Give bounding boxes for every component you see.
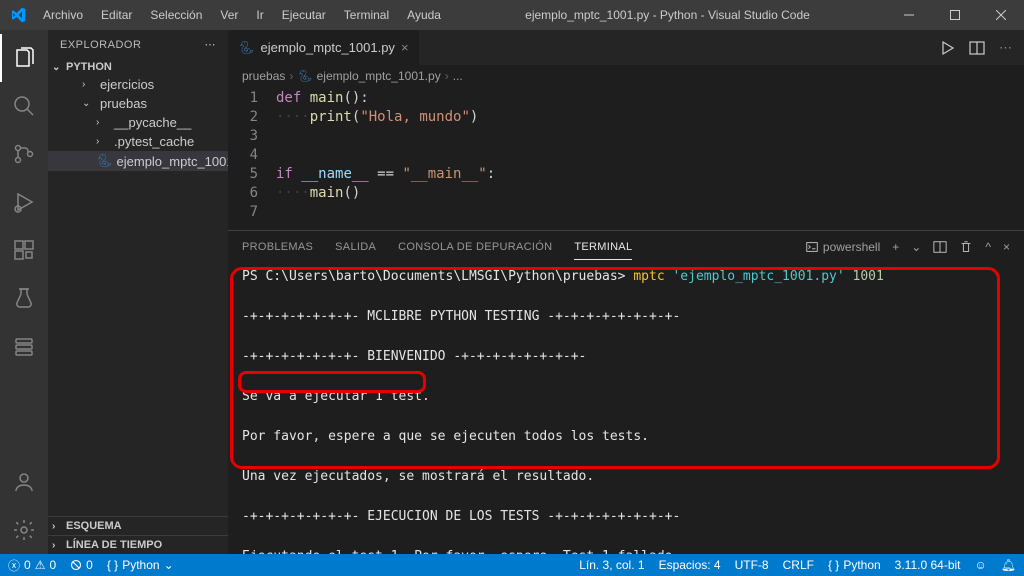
tab-label: ejemplo_mptc_1001.py — [261, 40, 395, 55]
menu-file[interactable]: Archivo — [35, 4, 91, 26]
shell-selector[interactable]: powershell — [805, 240, 880, 254]
python-file-icon: 🐍︎ — [96, 153, 113, 169]
folder-pycache[interactable]: ›__pycache__ — [48, 113, 228, 132]
source-control-icon[interactable] — [0, 130, 48, 178]
split-terminal-icon[interactable] — [933, 240, 947, 254]
testing-icon[interactable] — [0, 274, 48, 322]
menu-view[interactable]: Ver — [212, 4, 246, 26]
tab-file[interactable]: 🐍︎ ejemplo_mptc_1001.py × — [228, 30, 420, 65]
vscode-logo — [0, 7, 35, 23]
menu-run[interactable]: Ejecutar — [274, 4, 334, 26]
sidebar-title: EXPLORADOR — [60, 39, 141, 51]
panel-tabs: PROBLEMAS SALIDA CONSOLA DE DEPURACIÓN T… — [228, 231, 1024, 263]
run-icon[interactable] — [939, 40, 955, 56]
timeline-section[interactable]: ›LÍNEA DE TIEMPO — [48, 535, 228, 554]
status-cursor[interactable]: Lín. 3, col. 1 — [579, 558, 644, 572]
terminal[interactable]: PS C:\Users\barto\Documents\LMSGI\Python… — [228, 263, 1024, 554]
chevron-down-icon[interactable]: ⌄ — [911, 240, 921, 254]
menu-help[interactable]: Ayuda — [399, 4, 449, 26]
python-env-icon[interactable] — [0, 322, 48, 370]
accounts-icon[interactable] — [0, 458, 48, 506]
titlebar: Archivo Editar Selección Ver Ir Ejecutar… — [0, 0, 1024, 30]
add-terminal-icon[interactable]: + — [892, 240, 899, 254]
code-editor[interactable]: 1def main():2····print("Hola, mundo")345… — [228, 87, 1024, 230]
file-tree: ›ejercicios ⌄pruebas ›__pycache__ ›.pyte… — [48, 75, 228, 516]
menu-go[interactable]: Ir — [248, 4, 271, 26]
menu-terminal[interactable]: Terminal — [336, 4, 397, 26]
more-icon[interactable]: ⋯ — [999, 40, 1012, 56]
search-icon[interactable] — [0, 82, 48, 130]
status-errors[interactable]: ⓧ 0 ⚠ 0 — [8, 557, 56, 574]
tab-problems[interactable]: PROBLEMAS — [242, 235, 313, 259]
status-ports[interactable]: 0 — [70, 558, 93, 572]
menu-bar: Archivo Editar Selección Ver Ir Ejecutar… — [35, 4, 449, 26]
window-title: ejemplo_mptc_1001.py - Python - Visual S… — [449, 8, 886, 22]
more-icon[interactable]: ⋯ — [205, 38, 217, 51]
menu-selection[interactable]: Selección — [142, 4, 210, 26]
status-encoding[interactable]: UTF-8 — [735, 558, 769, 572]
status-feedback-icon[interactable]: ☺ — [975, 558, 987, 572]
settings-icon[interactable] — [0, 506, 48, 554]
workspace-root[interactable]: ⌄PYTHON — [48, 59, 228, 75]
tab-terminal[interactable]: TERMINAL — [574, 235, 632, 260]
window-controls — [886, 0, 1024, 30]
status-bar: ⓧ 0 ⚠ 0 0 { } Python ⌄ Lín. 3, col. 1 Es… — [0, 554, 1024, 576]
minimize-button[interactable] — [886, 0, 932, 30]
split-icon[interactable] — [969, 40, 985, 56]
outline-section[interactable]: ›ESQUEMA — [48, 516, 228, 535]
trash-icon[interactable] — [959, 240, 973, 254]
file-ejemplo[interactable]: 🐍︎ejemplo_mptc_1001.py — [48, 151, 228, 171]
explorer-icon[interactable] — [0, 34, 48, 82]
folder-ejercicios[interactable]: ›ejercicios — [48, 75, 228, 94]
breadcrumb[interactable]: pruebas› 🐍︎ejemplo_mptc_1001.py› ... — [228, 65, 1024, 87]
close-panel-icon[interactable]: × — [1003, 240, 1010, 254]
sidebar: EXPLORADOR ⋯ ⌄PYTHON ›ejercicios ⌄prueba… — [48, 30, 228, 554]
editor-tabs: 🐍︎ ejemplo_mptc_1001.py × ⋯ — [228, 30, 1024, 65]
close-button[interactable] — [978, 0, 1024, 30]
sidebar-header: EXPLORADOR ⋯ — [48, 30, 228, 59]
activity-bar — [0, 30, 48, 554]
tab-debug-console[interactable]: CONSOLA DE DEPURACIÓN — [398, 235, 552, 259]
menu-edit[interactable]: Editar — [93, 4, 140, 26]
tab-output[interactable]: SALIDA — [335, 235, 376, 259]
folder-pytest-cache[interactable]: ›.pytest_cache — [48, 132, 228, 151]
run-debug-icon[interactable] — [0, 178, 48, 226]
editor-area: 🐍︎ ejemplo_mptc_1001.py × ⋯ pruebas› 🐍︎e… — [228, 30, 1024, 554]
python-file-icon: 🐍︎ — [297, 69, 312, 83]
maximize-button[interactable] — [932, 0, 978, 30]
folder-pruebas[interactable]: ⌄pruebas — [48, 94, 228, 113]
status-lang[interactable]: { } Python — [828, 558, 881, 572]
python-file-icon: 🐍︎ — [238, 40, 255, 56]
status-python[interactable]: { } Python ⌄ — [107, 558, 174, 572]
status-eol[interactable]: CRLF — [783, 558, 814, 572]
extensions-icon[interactable] — [0, 226, 48, 274]
status-bell-icon[interactable]: 🔔︎ — [1001, 558, 1016, 572]
status-spaces[interactable]: Espacios: 4 — [659, 558, 721, 572]
panel: PROBLEMAS SALIDA CONSOLA DE DEPURACIÓN T… — [228, 230, 1024, 554]
close-icon[interactable]: × — [401, 40, 409, 55]
maximize-panel-icon[interactable]: ^ — [985, 240, 991, 254]
status-version[interactable]: 3.11.0 64-bit — [895, 558, 961, 572]
